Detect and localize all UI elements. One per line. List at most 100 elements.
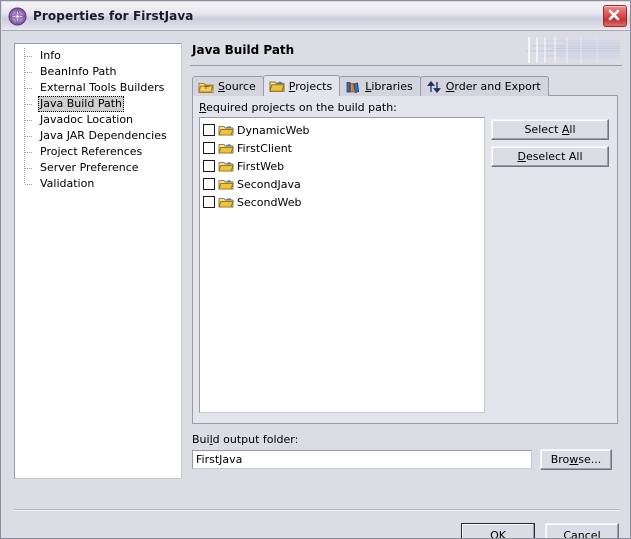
project-name: SecondJava — [237, 177, 301, 191]
project-name: SecondWeb — [237, 195, 302, 209]
tree-line — [25, 72, 33, 73]
list-action-buttons: Select All Deselect All — [491, 117, 609, 413]
build-output-folder-input[interactable] — [192, 450, 532, 469]
window-title: Properties for FirstJava — [33, 9, 194, 23]
tab-label: Source — [218, 80, 256, 93]
tab-mnemonic: O — [445, 80, 455, 93]
open-folder-icon — [218, 160, 234, 173]
project-checkbox[interactable] — [203, 142, 215, 154]
button-label: Browse... — [551, 453, 602, 466]
required-projects-label: Required projects on the build path: — [199, 101, 611, 114]
tree-line — [25, 56, 33, 57]
projects-row: DynamicWeb FirstClient FirstWeb SecondJa… — [199, 117, 611, 413]
sidebar-item-javadoc-location[interactable]: Javadoc Location — [15, 112, 181, 128]
button-label: OK — [490, 528, 506, 539]
title-bar: Properties for FirstJava — [2, 2, 630, 31]
footer-separator — [14, 509, 620, 511]
build-output-folder-section: Build output folder: Browse... — [192, 433, 618, 470]
project-name: FirstWeb — [237, 159, 285, 173]
properties-dialog-window: Properties for FirstJava Info BeanInfo P… — [0, 0, 631, 539]
list-item[interactable]: DynamicWeb — [203, 121, 484, 139]
deselect-all-button[interactable]: Deselect All — [491, 146, 609, 167]
build-output-folder-row: Browse... — [192, 449, 618, 470]
tab-source[interactable]: Source — [192, 76, 264, 96]
ok-button[interactable]: OK — [461, 523, 535, 539]
sidebar-item-label: Validation — [40, 177, 95, 190]
project-name: DynamicWeb — [237, 123, 310, 137]
browse-button[interactable]: Browse... — [540, 449, 612, 470]
button-label-pre: Bro — [550, 453, 570, 466]
build-path-tabstrip[interactable]: Source Projects Libraries Order and Expo… — [192, 75, 622, 96]
tab-order-and-export[interactable]: Order and Export — [419, 76, 549, 96]
open-folder-icon — [218, 142, 234, 155]
header-banner-decoration — [492, 37, 622, 63]
sidebar-item-label: Project References — [40, 145, 143, 158]
list-item[interactable]: FirstWeb — [203, 157, 484, 175]
cancel-button[interactable]: Cancel — [545, 523, 619, 539]
tree-line — [25, 168, 33, 169]
open-folder-icon — [218, 124, 234, 137]
sidebar-item-server-preference[interactable]: Server Preference — [15, 160, 181, 176]
close-icon[interactable] — [603, 5, 627, 27]
sidebar-item-java-build-path[interactable]: Java Build Path — [15, 96, 181, 112]
sidebar-item-validation[interactable]: Validation — [15, 176, 181, 192]
sidebar-item-label: External Tools Builders — [40, 81, 165, 94]
source-folder-icon — [198, 80, 214, 94]
sidebar-item-label: Server Preference — [40, 161, 139, 174]
label-text: equired projects on the build path: — [206, 101, 397, 114]
project-checkbox[interactable] — [203, 178, 215, 190]
button-label: Deselect All — [517, 150, 583, 163]
list-item[interactable]: SecondJava — [203, 175, 484, 193]
sidebar-item-label: Java Build Path — [38, 96, 125, 112]
project-name: FirstClient — [237, 141, 292, 155]
tree-line — [24, 176, 25, 184]
dialog-body: Info BeanInfo Path External Tools Builde… — [2, 31, 630, 539]
tab-projects[interactable]: Projects — [262, 75, 341, 96]
properties-globe-icon — [8, 7, 27, 26]
button-label: Select All — [524, 123, 576, 136]
label-pre: Bui — [192, 433, 210, 446]
tree-line — [25, 152, 33, 153]
button-label: Cancel — [563, 528, 601, 539]
button-mnemonic: D — [517, 150, 526, 163]
tree-line — [25, 88, 33, 89]
tree-line — [25, 120, 33, 121]
tab-mnemonic: P — [288, 79, 296, 93]
tab-label: Order and Export — [445, 80, 541, 93]
properties-page-tree[interactable]: Info BeanInfo Path External Tools Builde… — [14, 43, 182, 479]
sidebar-item-label: Javadoc Location — [40, 113, 134, 126]
button-mnemonic: w — [569, 453, 579, 466]
required-projects-listbox[interactable]: DynamicWeb FirstClient FirstWeb SecondJa… — [199, 117, 485, 413]
dialog-footer-buttons: OK Cancel — [461, 523, 619, 539]
project-checkbox[interactable] — [203, 124, 215, 136]
button-label-post: se... — [578, 453, 602, 466]
tree-line — [25, 104, 33, 105]
list-item[interactable]: SecondWeb — [203, 193, 484, 211]
build-output-folder-label: Build output folder: — [192, 433, 618, 446]
tab-libraries[interactable]: Libraries — [339, 76, 421, 96]
sidebar-item-label: BeanInfo Path — [40, 65, 117, 78]
open-folder-icon — [218, 196, 234, 209]
sidebar-item-java-jar-dependencies[interactable]: Java JAR Dependencies — [15, 128, 181, 144]
sidebar-item-info[interactable]: Info — [15, 48, 181, 64]
projects-tab-panel: Required projects on the build path: Dyn… — [192, 95, 618, 424]
sidebar-item-project-references[interactable]: Project References — [15, 144, 181, 160]
open-folder-icon — [269, 79, 285, 93]
tree-line — [25, 184, 33, 185]
open-folder-icon — [218, 178, 234, 191]
project-checkbox[interactable] — [203, 160, 215, 172]
tree-line — [25, 136, 33, 137]
tab-label: Libraries — [365, 80, 413, 93]
updown-arrows-icon — [426, 80, 442, 94]
project-checkbox[interactable] — [203, 196, 215, 208]
list-item[interactable]: FirstClient — [203, 139, 484, 157]
button-mnemonic: A — [561, 123, 570, 136]
select-all-button[interactable]: Select All — [491, 119, 609, 140]
sidebar-item-label: Info — [40, 49, 61, 62]
page-content: Java Build Path Source Projects Librarie… — [190, 37, 622, 497]
tab-label: Projects — [288, 79, 333, 93]
page-header: Java Build Path — [190, 37, 622, 66]
sidebar-item-external-tools-builders[interactable]: External Tools Builders — [15, 80, 181, 96]
sidebar-item-beaninfo-path[interactable]: BeanInfo Path — [15, 64, 181, 80]
label-post: d output folder: — [212, 433, 299, 446]
